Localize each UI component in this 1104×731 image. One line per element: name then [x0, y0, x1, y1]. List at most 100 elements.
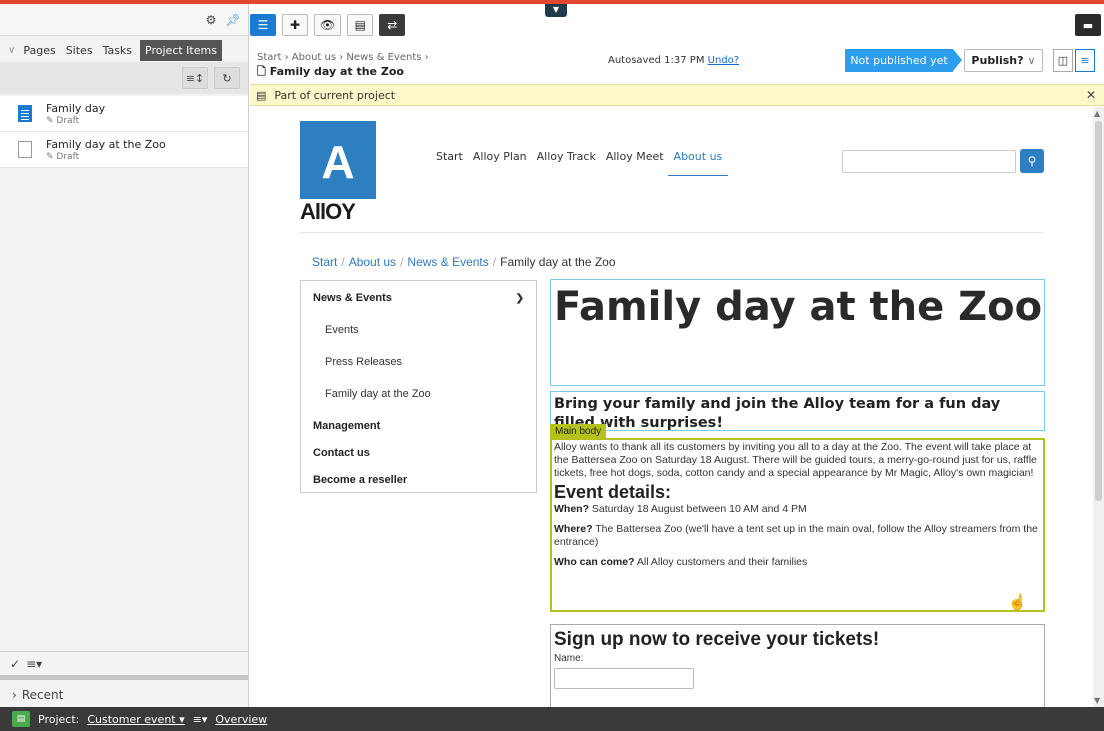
scroll-up-icon[interactable]: ▲ [1094, 109, 1100, 118]
project-icon: ▤ [256, 88, 267, 102]
pane-header: ⚙ 📌︎ [0, 4, 248, 36]
refresh-icon[interactable]: ↻ [214, 67, 240, 89]
who-value: All Alloy customers and their families [636, 556, 808, 568]
tab-tasks[interactable]: Tasks [101, 40, 134, 61]
chevron-down-icon[interactable]: ❯ [516, 293, 524, 304]
breadcrumb-sep: / [492, 255, 497, 269]
logo-letter: A [321, 136, 355, 188]
intro-text: Bring your family and join the Alloy tea… [554, 396, 1001, 431]
when-value: Saturday 18 August between 10 AM and 4 P… [591, 503, 807, 515]
sidenav-events[interactable]: Events [325, 324, 359, 336]
view-toggle: ◫ ≡ [1053, 49, 1095, 72]
breadcrumb[interactable]: Start › About us › News & Events › [257, 52, 429, 63]
where-label: Where? [554, 523, 593, 535]
search-icon[interactable]: ⚲ [1020, 149, 1044, 173]
compare-versions-icon[interactable]: ⇄ [379, 14, 406, 36]
sidenav-become-reseller[interactable]: Become a reseller [313, 474, 407, 486]
assets-folder-icon[interactable]: ▬ [1075, 14, 1101, 36]
preview-eye-icon[interactable]: 👁︎ [314, 14, 342, 36]
settings-gear-icon[interactable]: ⚙ [200, 9, 222, 31]
project-menu-icon[interactable]: ≡▾ [193, 713, 208, 726]
article-title: Family day at the Zoo [554, 284, 1043, 330]
properties-list-icon[interactable]: ≡ [1075, 49, 1095, 72]
tab-project-items[interactable]: Project Items [140, 39, 222, 61]
divider [300, 232, 1043, 233]
close-icon[interactable]: ✕ [1086, 88, 1096, 102]
nav-alloy-meet[interactable]: Alloy Meet [606, 150, 664, 176]
scroll-down-icon[interactable]: ▼ [1094, 696, 1100, 705]
page-preview: A AllOY Start Alloy Plan Alloy Track All… [250, 107, 1093, 707]
project-icon: ▤ [12, 711, 30, 727]
title-block[interactable]: Family day at the Zoo [550, 279, 1045, 386]
breadcrumb-news-events[interactable]: News & Events [407, 255, 488, 269]
body-text: Alloy wants to thank all its customers b… [554, 441, 1037, 479]
item-status: ✎ Draft [46, 116, 105, 126]
project-notice-bar: ▤ Part of current project ✕ [250, 84, 1104, 106]
sidenav-family-day[interactable]: Family day at the Zoo [325, 388, 431, 400]
view-compare-icon[interactable]: ▤ [347, 14, 374, 36]
pencil-icon: ✎ [46, 115, 54, 126]
intro-block[interactable]: Bring your family and join the Alloy tea… [550, 391, 1045, 431]
chevron-down-icon[interactable]: ▼ [545, 4, 567, 17]
where-row: Where? The Battersea Zoo (we'll have a t… [554, 523, 1041, 549]
scroll-thumb[interactable] [1095, 121, 1102, 501]
details-heading: Event details: [554, 482, 672, 502]
sidenav-news-events[interactable]: News & Events [313, 292, 392, 304]
item-title: Family day [46, 101, 106, 115]
when-row: When? Saturday 18 August between 10 AM a… [554, 503, 1041, 516]
breadcrumb-current: Family day at the Zoo [500, 255, 616, 269]
alloy-logo[interactable]: A [300, 121, 376, 199]
list-menu-icon[interactable]: ≡▾ [26, 657, 42, 671]
nav-alloy-plan[interactable]: Alloy Plan [473, 150, 527, 176]
tab-pages[interactable]: Pages [21, 40, 57, 61]
page-title: 🗋︎ Family day at the Zoo [257, 63, 404, 82]
breadcrumb-start[interactable]: Start [312, 255, 337, 269]
pane-divider[interactable] [0, 675, 248, 680]
signup-heading: Sign up now to receive your tickets! [554, 629, 880, 650]
logo-wordmark: AllOY [300, 199, 356, 224]
recent-section[interactable]: › Recent [0, 683, 248, 707]
list-item[interactable]: Family day ✎ Draft [0, 96, 248, 132]
when-label: When? [554, 503, 589, 515]
item-status-text: Draft [56, 151, 80, 162]
layout-split-icon[interactable]: ◫ [1053, 49, 1073, 72]
pencil-icon: ✎ [46, 151, 54, 162]
breadcrumb-sep: / [400, 255, 404, 269]
undo-link[interactable]: Undo? [708, 55, 739, 66]
pane-tabs: ∨ Pages Sites Tasks Project Items [0, 38, 248, 62]
nav-alloy-track[interactable]: Alloy Track [537, 150, 596, 176]
sidenav-management[interactable]: Management [313, 420, 380, 432]
list-item[interactable]: Family day at the Zoo ✎ Draft [0, 132, 248, 168]
main-body-block[interactable]: Alloy wants to thank all its customers b… [550, 438, 1045, 612]
check-icon[interactable]: ✓ [10, 657, 20, 671]
page-icon: 🗋︎ [257, 65, 266, 78]
sidenav-contact-us[interactable]: Contact us [313, 447, 370, 459]
page-title-text: Family day at the Zoo [269, 65, 404, 78]
nav-about-us[interactable]: About us [667, 150, 729, 176]
project-selector[interactable]: Customer event ▾ [87, 713, 184, 726]
nav-start[interactable]: Start [436, 150, 463, 176]
site-search-input[interactable] [842, 150, 1016, 173]
tab-sites[interactable]: Sites [64, 40, 95, 61]
name-field[interactable] [554, 668, 694, 689]
pin-icon[interactable]: 📌︎ [222, 9, 244, 31]
project-label: Project: [38, 712, 80, 726]
name-label: Name: [554, 653, 584, 664]
item-title: Family day at the Zoo [46, 137, 166, 151]
sidenav-press-releases[interactable]: Press Releases [325, 356, 402, 368]
site-nav: Start Alloy Plan Alloy Track Alloy Meet … [436, 150, 729, 176]
who-row: Who can come? All Alloy customers and th… [554, 556, 1041, 569]
tabs-chevron-icon[interactable]: ∨ [8, 45, 15, 56]
overview-link[interactable]: Overview [215, 713, 267, 726]
project-name: Customer event [87, 712, 176, 726]
page-tree-icon[interactable]: ☰ [250, 14, 276, 36]
signup-form-block[interactable]: Sign up now to receive your tickets! Nam… [550, 624, 1045, 707]
where-value: The Battersea Zoo (we'll have a tent set… [554, 523, 1038, 548]
recent-label: Recent [21, 688, 64, 702]
breadcrumb-about-us[interactable]: About us [349, 255, 396, 269]
preview-scrollbar[interactable]: ▲ ▼ [1093, 107, 1104, 707]
sort-icon[interactable]: ≡↕ [182, 67, 208, 89]
autosave-status: Autosaved 1:37 PM Undo? [608, 55, 739, 66]
publish-button[interactable]: Publish? ∨ [964, 49, 1043, 72]
add-icon[interactable]: ✚ [282, 14, 308, 36]
